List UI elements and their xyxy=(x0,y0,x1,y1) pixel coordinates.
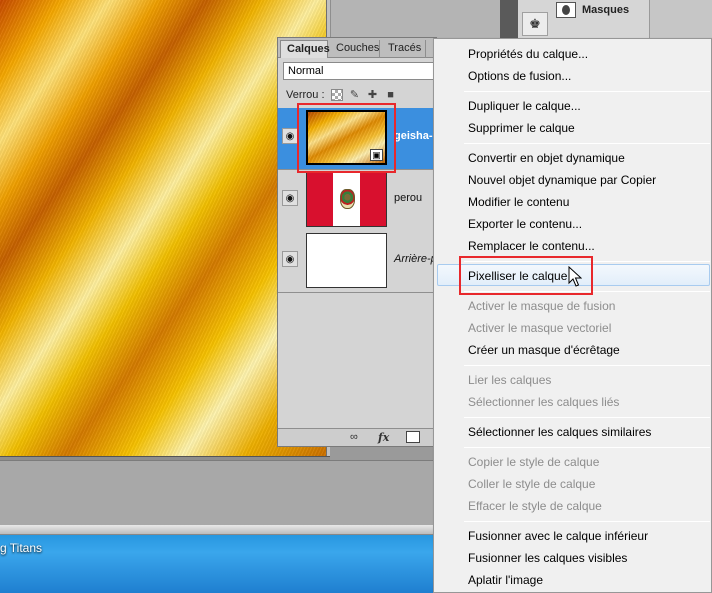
panel-dock-gap xyxy=(330,0,500,38)
tab-calques[interactable]: Calques xyxy=(280,40,330,58)
menu-item-fusionner-inferieur[interactable]: Fusionner avec le calque inférieur xyxy=(468,526,648,546)
menu-separator xyxy=(464,143,710,144)
lock-position-move-icon[interactable]: ✚ xyxy=(367,89,379,101)
panel-grip[interactable] xyxy=(500,0,518,38)
menu-item-pixelliser[interactable]: Pixelliser le calque xyxy=(468,266,567,286)
eye-icon[interactable]: ◉ xyxy=(282,128,298,144)
menu-separator xyxy=(464,291,710,292)
stamp-icon[interactable]: ♚ xyxy=(522,12,548,36)
menu-separator xyxy=(464,91,710,92)
menu-item-effacer-style: Effacer le style de calque xyxy=(468,499,602,513)
menu-item-masque-ecretage[interactable]: Créer un masque d'écrêtage xyxy=(468,340,620,360)
menu-item-selectionner-similaires[interactable]: Sélectionner les calques similaires xyxy=(468,422,651,442)
menu-item-exporter-contenu[interactable]: Exporter le contenu... xyxy=(468,214,582,234)
add-mask-icon[interactable] xyxy=(406,431,420,443)
menu-separator xyxy=(464,417,710,418)
menu-separator xyxy=(464,261,710,262)
menu-item-lier-calques: Lier les calques xyxy=(468,373,552,387)
layers-panel-footer: ∞ fx xyxy=(278,428,438,446)
menu-item-fusionner-visibles[interactable]: Fusionner les calques visibles xyxy=(468,548,627,568)
masques-panel-button[interactable]: Masques xyxy=(556,0,650,20)
eye-icon[interactable]: ◉ xyxy=(282,251,298,267)
lock-transparency-icon[interactable] xyxy=(330,89,343,101)
desktop-icon-label[interactable]: g Titans xyxy=(0,541,42,555)
menu-item-coller-style: Coller le style de calque xyxy=(468,477,596,491)
tab-couches[interactable]: Couches xyxy=(330,40,380,58)
smart-object-icon: ▣ xyxy=(370,149,383,161)
menu-item-proprietes[interactable]: Propriétés du calque... xyxy=(468,44,588,64)
blend-mode-select[interactable]: Normal xyxy=(283,62,443,80)
link-icon[interactable]: ∞ xyxy=(350,431,358,443)
menu-item-modifier-contenu[interactable]: Modifier le contenu xyxy=(468,192,569,212)
fx-icon[interactable]: fx xyxy=(378,431,389,444)
menu-item-aplatir-image[interactable]: Aplatir l'image xyxy=(468,570,543,590)
layer-thumbnail[interactable] xyxy=(306,172,387,227)
workspace-background xyxy=(0,460,440,525)
menu-separator xyxy=(464,521,710,522)
menu-item-supprimer[interactable]: Supprimer le calque xyxy=(468,118,575,138)
eye-icon[interactable]: ◉ xyxy=(282,190,298,206)
menu-separator xyxy=(464,447,710,448)
lock-label: Verrou : xyxy=(286,89,325,101)
menu-item-copier-style: Copier le style de calque xyxy=(468,455,600,469)
layer-name[interactable]: Arrière-p xyxy=(394,253,437,265)
coat-of-arms-icon xyxy=(340,189,355,209)
layer-name[interactable]: perou xyxy=(394,192,422,204)
layer-thumbnail[interactable]: ▣ xyxy=(306,110,387,165)
menu-item-dupliquer[interactable]: Dupliquer le calque... xyxy=(468,96,581,116)
menu-item-options-fusion[interactable]: Options de fusion... xyxy=(468,66,571,86)
menu-item-activer-masque-fusion: Activer le masque de fusion xyxy=(468,299,616,313)
layer-thumbnail[interactable] xyxy=(306,233,387,288)
menu-item-activer-masque-vectoriel: Activer le masque vectoriel xyxy=(468,321,612,335)
masques-label: Masques xyxy=(582,4,630,16)
menu-separator xyxy=(464,365,710,366)
menu-item-convertir-objet-dynamique[interactable]: Convertir en objet dynamique xyxy=(468,148,625,168)
layers-panel: Calques Couches Tracés Normal Verrou : ✎… xyxy=(277,37,443,447)
window-bottom-edge xyxy=(0,525,440,535)
menu-item-remplacer-contenu[interactable]: Remplacer le contenu... xyxy=(468,236,595,256)
mouse-pointer-icon xyxy=(568,266,582,287)
menu-item-nouvel-objet-dynamique[interactable]: Nouvel objet dynamique par Copier xyxy=(468,170,656,190)
tab-traces[interactable]: Tracés xyxy=(382,40,426,58)
lock-pixels-brush-icon[interactable]: ✎ xyxy=(349,89,361,101)
layer-row[interactable]: ◉ perou xyxy=(278,170,438,232)
lock-all-padlock-icon[interactable]: ■ xyxy=(385,89,397,101)
context-menu: Propriétés du calque... Options de fusio… xyxy=(433,38,712,593)
layer-row[interactable]: ◉ ▣ geisha-o xyxy=(278,108,439,170)
lock-row: Verrou : ✎ ✚ ■ xyxy=(286,87,397,103)
panel-tab-bar: Calques Couches Tracés xyxy=(278,38,438,58)
layer-row[interactable]: ◉ Arrière-p xyxy=(278,231,438,293)
mask-icon xyxy=(556,2,576,18)
menu-item-selectionner-lies: Sélectionner les calques liés xyxy=(468,395,620,409)
